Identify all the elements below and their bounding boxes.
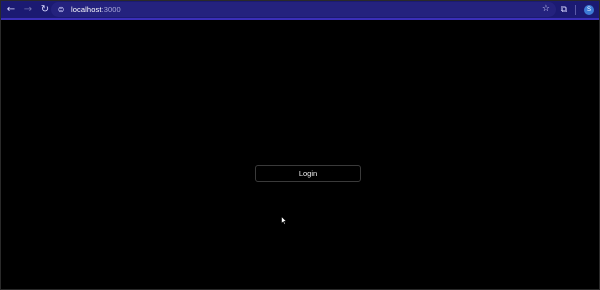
forward-arrow-icon[interactable]: → [21, 3, 35, 17]
url-text[interactable]: localhost:3000 [71, 5, 121, 14]
site-info-icon[interactable]: ⊜ [56, 5, 66, 15]
browser-toolbar: ← → ↻ ⊜ localhost:3000 ☆ ⧉ S [1, 1, 599, 18]
url-port: :3000 [101, 5, 121, 14]
profile-avatar[interactable]: S [584, 4, 594, 15]
toolbar-bottom-border [1, 18, 599, 20]
browser-window: ← → ↻ ⊜ localhost:3000 ☆ ⧉ S Login [0, 0, 600, 290]
url-host: localhost [71, 5, 102, 14]
toolbar-divider [575, 4, 576, 15]
toolbar-right-icons: ⧉ S [561, 1, 599, 18]
puzzle-icon[interactable]: ⧉ [561, 5, 567, 15]
login-button-label: Login [298, 169, 318, 178]
star-icon[interactable]: ☆ [542, 4, 550, 14]
address-bar[interactable]: ⊜ localhost:3000 ☆ [51, 2, 556, 17]
back-arrow-icon[interactable]: ← [4, 3, 18, 17]
mouse-cursor-icon [281, 216, 287, 225]
reload-icon[interactable]: ↻ [38, 3, 52, 17]
login-button[interactable]: Login [255, 165, 361, 182]
